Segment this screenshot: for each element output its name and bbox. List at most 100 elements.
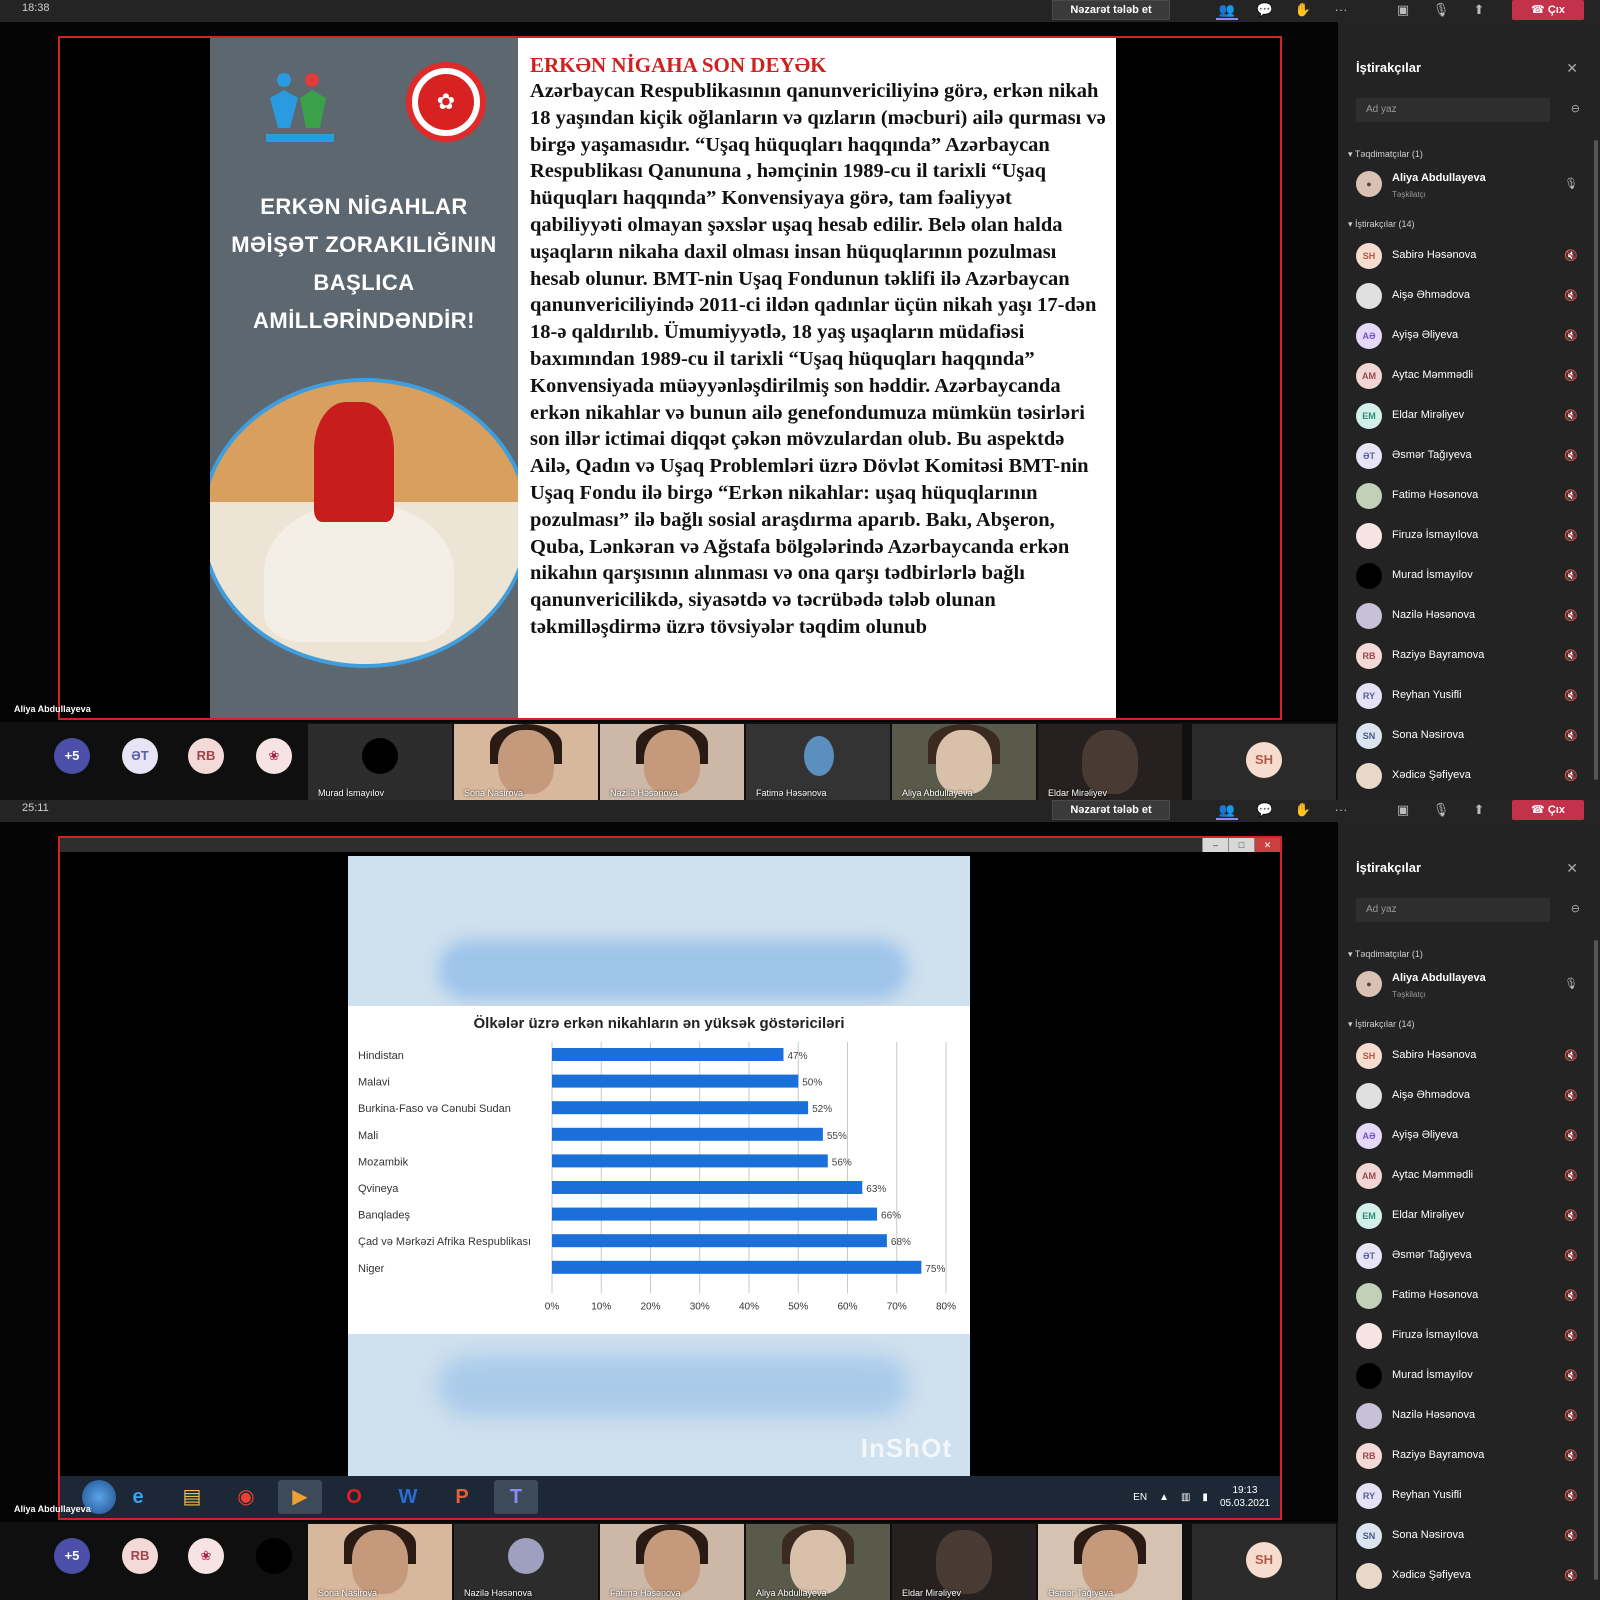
participant-row[interactable]: EM Eldar Mirəliyev 🔇 xyxy=(1356,1200,1586,1234)
close-icon[interactable]: ✕ xyxy=(1566,60,1578,77)
clock-time: 19:13 xyxy=(1232,1485,1258,1496)
participant-row[interactable]: AƏ Ayişə Əliyeva 🔇 xyxy=(1356,1120,1586,1154)
more-participants-button[interactable]: +5 xyxy=(54,738,90,774)
participant-row[interactable]: Xədicə Şəfiyeva 🔇 xyxy=(1356,760,1586,794)
participant-row[interactable]: SH Sabirə Həsənova 🔇 xyxy=(1356,240,1586,274)
video-tile[interactable]: Nazilə Həsənova xyxy=(454,1524,598,1600)
video-tile[interactable]: SH xyxy=(1192,1524,1336,1600)
presenters-header[interactable]: ▾ Təqdimatçılar (1) xyxy=(1348,149,1423,160)
chat-icon[interactable]: 💬 xyxy=(1254,800,1276,820)
participant-row[interactable]: SN Sona Nəsirova 🔇 xyxy=(1356,720,1586,754)
share-link-icon[interactable]: ⊖ xyxy=(1571,902,1580,915)
avatar[interactable]: RB xyxy=(188,738,224,774)
camera-off-icon[interactable]: ▣ xyxy=(1392,800,1414,820)
clock[interactable]: 19:13 05.03.2021 xyxy=(1220,1484,1270,1510)
video-tile[interactable]: Sona Nasirova xyxy=(308,1524,452,1600)
close-icon[interactable]: ✕ xyxy=(1566,860,1578,877)
search-input[interactable]: Ad yaz xyxy=(1356,898,1550,922)
video-tile[interactable]: Sona Nasirova xyxy=(454,724,598,800)
slide-body-text: Azərbaycan Respublikasının qanunvericili… xyxy=(530,80,1106,638)
participant-row[interactable]: Firuzə İsmayılova 🔇 xyxy=(1356,520,1586,554)
participant-row[interactable]: RY Reyhan Yusifli 🔇 xyxy=(1356,1480,1586,1514)
video-tile[interactable]: Fatimə Həsənova xyxy=(746,724,890,800)
reactions-icon[interactable]: ✋ xyxy=(1292,800,1314,820)
participant-row[interactable]: Nazilə Həsənova 🔇 xyxy=(1356,1400,1586,1434)
request-control-button[interactable]: Nəzarət tələb et xyxy=(1052,800,1170,820)
participant-row[interactable]: EM Eldar Mirəliyev 🔇 xyxy=(1356,400,1586,434)
presenters-header[interactable]: ▾ Təqdimatçılar (1) xyxy=(1348,949,1423,960)
participant-row[interactable]: AM Aytac Məmmədli 🔇 xyxy=(1356,1160,1586,1194)
minimize-icon[interactable]: – xyxy=(1202,838,1228,852)
opera-icon[interactable]: O xyxy=(332,1480,376,1514)
powerpoint-icon[interactable]: P xyxy=(440,1480,484,1514)
more-options-icon[interactable]: ··· xyxy=(1330,0,1352,20)
network-icon[interactable]: ▥ xyxy=(1181,1492,1190,1503)
participant-row[interactable]: ƏT Əsmər Tağıyeva 🔇 xyxy=(1356,1240,1586,1274)
participant-row[interactable]: ● Aliya Abdullayeva Təşkilatçı 🎙 xyxy=(1356,968,1586,1002)
participant-row[interactable]: ƏT Əsmər Tağıyeva 🔇 xyxy=(1356,440,1586,474)
participant-row[interactable]: SN Sona Nəsirova 🔇 xyxy=(1356,1520,1586,1554)
teams-icon[interactable]: T xyxy=(494,1480,538,1514)
scrollbar[interactable] xyxy=(1594,140,1598,780)
camera-off-icon[interactable]: ▣ xyxy=(1392,0,1414,20)
tray-arrow-icon[interactable]: ▲ xyxy=(1159,1492,1169,1503)
participant-row[interactable]: AƏ Ayişə Əliyeva 🔇 xyxy=(1356,320,1586,354)
video-tile[interactable]: Fatimə Həsənova xyxy=(600,1524,744,1600)
participant-row[interactable]: AM Aytac Məmmədli 🔇 xyxy=(1356,360,1586,394)
video-tile[interactable]: Aliya Abdullayeva xyxy=(746,1524,890,1600)
language-indicator[interactable]: EN xyxy=(1133,1492,1147,1503)
search-input[interactable]: Ad yaz xyxy=(1356,98,1550,122)
video-tile[interactable]: Əsmər Tağıyeva xyxy=(1038,1524,1182,1600)
share-link-icon[interactable]: ⊖ xyxy=(1571,102,1580,115)
internet-explorer-icon[interactable]: e xyxy=(116,1480,160,1514)
mic-off-icon[interactable]: 🎙 xyxy=(1430,800,1452,820)
video-tile[interactable]: Aliya Abdullayeva xyxy=(892,724,1036,800)
signal-icon[interactable]: ▮ xyxy=(1202,1492,1208,1503)
participant-row[interactable]: RB Raziyə Bayramova 🔇 xyxy=(1356,640,1586,674)
request-control-button[interactable]: Nəzarət tələb et xyxy=(1052,0,1170,20)
participant-row[interactable]: Murad İsmayılov 🔇 xyxy=(1356,560,1586,594)
participant-row[interactable]: Xədicə Şəfiyeva 🔇 xyxy=(1356,1560,1586,1594)
participant-row[interactable]: SH Sabirə Həsənova 🔇 xyxy=(1356,1040,1586,1074)
share-icon[interactable]: ⬆ xyxy=(1468,0,1490,20)
more-participants-button[interactable]: +5 xyxy=(54,1538,90,1574)
media-player-icon[interactable]: ▶ xyxy=(278,1480,322,1514)
leave-button[interactable]: ☎ Çıx xyxy=(1512,0,1584,20)
participant-row[interactable]: RY Reyhan Yusifli 🔇 xyxy=(1356,680,1586,714)
video-tile[interactable]: Murad İsmayılov xyxy=(308,724,452,800)
file-explorer-icon[interactable]: ▤ xyxy=(170,1480,214,1514)
participant-row[interactable]: Fatimə Həsənova 🔇 xyxy=(1356,480,1586,514)
maximize-icon[interactable]: □ xyxy=(1228,838,1254,852)
close-icon[interactable]: ✕ xyxy=(1254,838,1280,852)
mic-off-icon[interactable]: 🎙 xyxy=(1430,0,1452,20)
attendees-header[interactable]: ▾ İştirakçılar (14) xyxy=(1348,1019,1415,1030)
chat-icon[interactable]: 💬 xyxy=(1254,0,1276,20)
avatar[interactable]: RB xyxy=(122,1538,158,1574)
participant-row[interactable]: ● Aliya Abdullayeva Təşkilatçı 🎙 xyxy=(1356,168,1586,202)
participant-row[interactable]: Nazilə Həsənova 🔇 xyxy=(1356,600,1586,634)
video-tile[interactable]: Eldar Mirəliyev xyxy=(1038,724,1182,800)
video-tile[interactable]: Nazilə Həsənova xyxy=(600,724,744,800)
reactions-icon[interactable]: ✋ xyxy=(1292,0,1314,20)
avatar-photo[interactable]: ❀ xyxy=(256,738,292,774)
participant-row[interactable]: Murad İsmayılov 🔇 xyxy=(1356,1360,1586,1394)
people-icon[interactable]: 👥 xyxy=(1216,800,1238,820)
avatar[interactable] xyxy=(256,1538,292,1574)
word-icon[interactable]: W xyxy=(386,1480,430,1514)
avatar[interactable]: ƏT xyxy=(122,738,158,774)
attendees-header[interactable]: ▾ İştirakçılar (14) xyxy=(1348,219,1415,230)
video-tile[interactable]: Eldar Mirəliyev xyxy=(892,1524,1036,1600)
participant-row[interactable]: RB Raziyə Bayramova 🔇 xyxy=(1356,1440,1586,1474)
chrome-icon[interactable]: ◉ xyxy=(224,1480,268,1514)
share-icon[interactable]: ⬆ xyxy=(1468,800,1490,820)
participant-row[interactable]: Aişə Əhmədova 🔇 xyxy=(1356,1080,1586,1114)
more-options-icon[interactable]: ··· xyxy=(1330,800,1352,820)
participant-row[interactable]: Firuzə İsmayılova 🔇 xyxy=(1356,1320,1586,1354)
avatar-photo[interactable]: ❀ xyxy=(188,1538,224,1574)
participant-row[interactable]: Fatimə Həsənova 🔇 xyxy=(1356,1280,1586,1314)
leave-button[interactable]: ☎ Çıx xyxy=(1512,800,1584,820)
participant-row[interactable]: Aişə Əhmədova 🔇 xyxy=(1356,280,1586,314)
people-icon[interactable]: 👥 xyxy=(1216,0,1238,20)
scrollbar[interactable] xyxy=(1594,940,1598,1580)
video-tile[interactable]: SH xyxy=(1192,724,1336,800)
